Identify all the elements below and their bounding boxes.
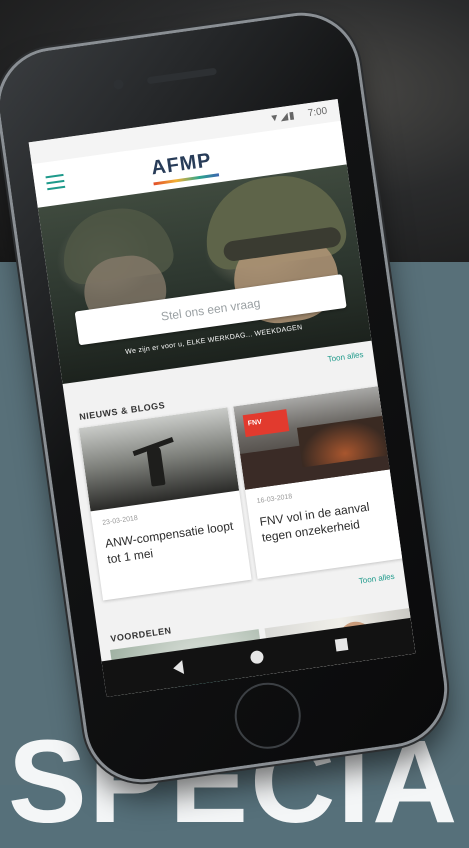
hamburger-menu-icon[interactable] [45, 173, 66, 191]
front-camera-icon [112, 78, 125, 91]
signal-icons: ▼◢▮ [268, 110, 297, 125]
news-card-image [78, 407, 240, 512]
speaker-grille [146, 67, 218, 85]
back-icon[interactable] [172, 660, 185, 676]
phone-screen: ▼◢▮ 7:00 AFMP Stel ons een vraag We zijn… [28, 99, 416, 697]
news-card-date: 16-03-2018 [256, 493, 293, 506]
news-card-date: 23-03-2018 [101, 514, 139, 527]
news-card-title: ANW-compensatie loopt tot 1 mei [104, 518, 235, 567]
news-card[interactable]: FNV 16-03-2018 FNV vol in de aanval tege… [233, 385, 407, 579]
news-card[interactable]: 23-03-2018 ANW-compensatie loopt tot 1 m… [78, 407, 252, 601]
phone-home-button[interactable] [230, 678, 306, 754]
news-card-image: FNV [233, 385, 394, 490]
recent-apps-icon[interactable] [334, 637, 349, 652]
news-card-title: FNV vol in de aanval tegen onzekerheid [258, 499, 371, 545]
benefits-section-title: VOORDELEN [109, 625, 173, 644]
benefits-see-all-link[interactable]: Toon alles [358, 572, 395, 586]
status-time: 7:00 [307, 105, 328, 120]
news-see-all-link[interactable]: Toon alles [327, 350, 364, 364]
home-icon[interactable] [249, 649, 265, 665]
